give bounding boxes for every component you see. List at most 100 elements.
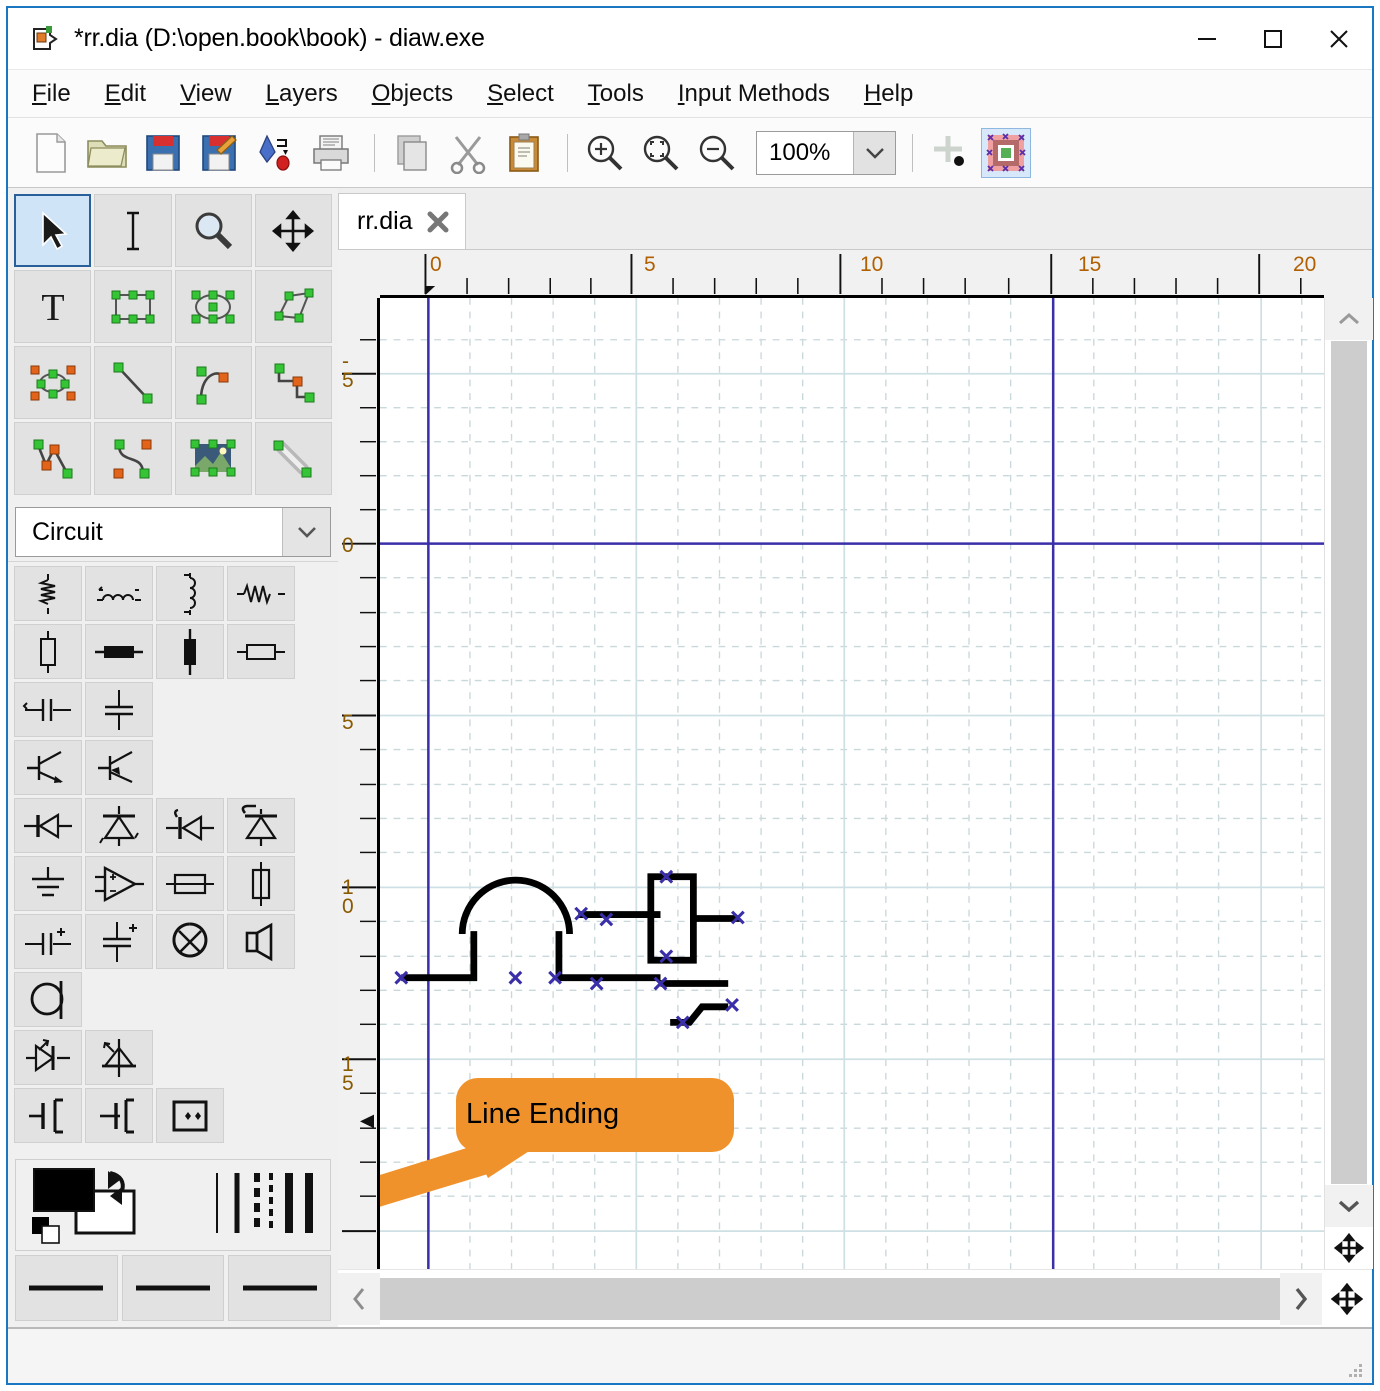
- chevron-down-icon[interactable]: [1324, 1185, 1373, 1227]
- zoom-combobox[interactable]: 100%: [756, 130, 896, 175]
- tool-ellipse[interactable]: [174, 270, 252, 343]
- maximize-button[interactable]: [1240, 8, 1306, 70]
- color-selector[interactable]: [24, 1165, 174, 1245]
- circuit-hled2-icon[interactable]: [14, 1030, 82, 1085]
- circuit-lamp-icon[interactable]: [156, 914, 224, 969]
- vertical-scrollbar[interactable]: [1324, 298, 1373, 1269]
- ruler-corner: [338, 250, 380, 298]
- menu-input-methods[interactable]: Input Methods: [676, 78, 832, 110]
- circuit-connector-icon[interactable]: [156, 1088, 224, 1143]
- tool-polyline[interactable]: [14, 422, 92, 495]
- menu-help[interactable]: Help: [862, 78, 915, 110]
- circuit-vzener2-icon[interactable]: [227, 798, 295, 853]
- diagram-canvas[interactable]: Line Ending: [380, 298, 1324, 1269]
- circuit-nmos-icon[interactable]: [14, 1088, 82, 1143]
- circuit-hresistor-icon[interactable]: [227, 566, 295, 621]
- menu-layers[interactable]: Layers: [264, 78, 340, 110]
- clipboard-icon[interactable]: [499, 128, 549, 178]
- circuit-opamp-icon[interactable]: [85, 856, 153, 911]
- tool-polygon[interactable]: [254, 270, 332, 343]
- magnifier-minus-icon[interactable]: [692, 128, 742, 178]
- tool-text[interactable]: T: [14, 270, 92, 343]
- pan-navigate-icon[interactable]: [1324, 1227, 1373, 1269]
- menu-objects[interactable]: Objects: [370, 78, 455, 110]
- tool-line[interactable]: [94, 346, 172, 419]
- menu-tools[interactable]: Tools: [586, 78, 646, 110]
- circuit-hecapacitor-icon[interactable]: [14, 914, 82, 969]
- vertical-scroll-thumb[interactable]: [1330, 341, 1367, 1184]
- circuit-pmos-icon[interactable]: [85, 1088, 153, 1143]
- tool-image[interactable]: [174, 422, 252, 495]
- line-end-start-button[interactable]: [15, 1255, 118, 1321]
- circuit-vinductor-iec-icon[interactable]: [156, 624, 224, 679]
- tool-arc[interactable]: [174, 346, 252, 419]
- line-end-middle-button[interactable]: [121, 1255, 225, 1321]
- snap-to-object-button[interactable]: [981, 127, 1031, 178]
- snap-to-grid-button[interactable]: [925, 128, 975, 178]
- circuit-vled2-icon[interactable]: [85, 1030, 153, 1085]
- open-folder-icon[interactable]: [82, 128, 132, 178]
- new-document-icon[interactable]: [26, 128, 76, 178]
- line-style-selector[interactable]: [211, 1170, 321, 1236]
- pan-navigate-icon[interactable]: [1322, 1273, 1372, 1325]
- tool-scroll-view[interactable]: [254, 194, 332, 267]
- save-as-floppy-pencil-icon[interactable]: [194, 128, 244, 178]
- minimize-button[interactable]: [1174, 8, 1240, 70]
- circuit-npn-icon[interactable]: [14, 740, 82, 795]
- magnifier-plus-icon[interactable]: [580, 128, 630, 178]
- circuit-vinductor-icon[interactable]: [156, 566, 224, 621]
- menu-view[interactable]: View: [178, 78, 234, 110]
- chevron-down-icon[interactable]: [282, 508, 330, 556]
- shape-grid-spacer: [227, 682, 295, 737]
- circuit-hfuse-icon[interactable]: [156, 856, 224, 911]
- close-tab-icon[interactable]: [425, 209, 451, 235]
- circuit-vzener-icon[interactable]: [85, 798, 153, 853]
- circuit-vresistor-icon[interactable]: [14, 566, 82, 621]
- chevron-down-icon[interactable]: [853, 131, 895, 174]
- export-icon[interactable]: [250, 128, 300, 178]
- save-floppy-icon[interactable]: [138, 128, 188, 178]
- circuit-speaker-icon[interactable]: [227, 914, 295, 969]
- menu-edit[interactable]: Edit: [103, 78, 148, 110]
- circuit-hdiode-icon[interactable]: [14, 798, 82, 853]
- document-pane: rr.dia 0 5 10 15 20 - 5 0 5 1 0 1 5 Line…: [338, 188, 1373, 1327]
- circuit-vcapacitor-icon[interactable]: [85, 682, 153, 737]
- tab-rr-dia[interactable]: rr.dia: [338, 193, 466, 249]
- circuit-hinductor-icon[interactable]: [85, 566, 153, 621]
- tool-beziergon[interactable]: [14, 346, 92, 419]
- menu-file[interactable]: FFileile: [30, 78, 73, 110]
- chevron-up-icon[interactable]: [1324, 298, 1373, 340]
- tool-modify[interactable]: [14, 194, 92, 267]
- resize-grip-icon[interactable]: [1330, 1345, 1364, 1379]
- tool-magnify[interactable]: [174, 194, 252, 267]
- sheet-combobox[interactable]: Circuit: [15, 507, 331, 557]
- circuit-hinductor-iec-icon[interactable]: [85, 624, 153, 679]
- circuit-vfuse-icon[interactable]: [227, 856, 295, 911]
- chevron-left-icon[interactable]: [338, 1272, 380, 1325]
- horizontal-scrollbar[interactable]: [338, 1269, 1372, 1327]
- tool-bezierline[interactable]: [94, 422, 172, 495]
- printer-icon[interactable]: [306, 128, 356, 178]
- horizontal-scroll-thumb[interactable]: [380, 1277, 1280, 1320]
- circuit-vresistor-iec-icon[interactable]: [14, 624, 82, 679]
- circuit-ground-icon[interactable]: [14, 856, 82, 911]
- copy-icon[interactable]: [387, 128, 437, 178]
- circuit-hresistor-iec-icon[interactable]: [227, 624, 295, 679]
- tool-outline[interactable]: [254, 422, 332, 495]
- circuit-pnp-icon[interactable]: [85, 740, 153, 795]
- circuit-microphone-icon[interactable]: [14, 972, 82, 1027]
- line-end-finish-button[interactable]: [228, 1255, 332, 1321]
- circuit-hcapacitor-icon[interactable]: [14, 682, 82, 737]
- close-button[interactable]: [1306, 8, 1372, 70]
- horizontal-ruler[interactable]: 0 5 10 15 20: [380, 250, 1324, 298]
- magnifier-fit-icon[interactable]: [636, 128, 686, 178]
- chevron-right-icon[interactable]: [1280, 1272, 1322, 1325]
- vertical-ruler[interactable]: -5 0 5 10 15: [338, 298, 380, 1269]
- circuit-hled-icon[interactable]: [156, 798, 224, 853]
- scissors-icon[interactable]: [443, 128, 493, 178]
- tool-zigzagline[interactable]: [254, 346, 332, 419]
- tool-box[interactable]: [94, 270, 172, 343]
- tool-edit-text[interactable]: [94, 194, 172, 267]
- menu-select[interactable]: Select: [485, 78, 556, 110]
- circuit-vecapacitor-icon[interactable]: [85, 914, 153, 969]
